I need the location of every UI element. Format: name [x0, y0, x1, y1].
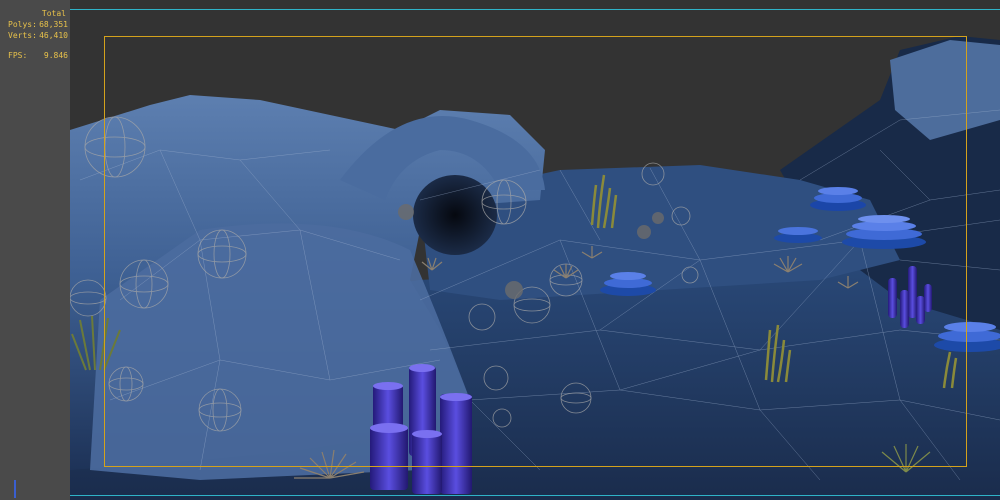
stat-fps-label: FPS: — [8, 51, 28, 60]
stat-polys-value: 68,351 — [39, 20, 68, 29]
statistics-overlay: Total Polys: 68,351 Verts: 46,410 FPS: 9… — [8, 8, 68, 61]
axis-gizmo-icon — [14, 480, 16, 498]
cave-opening — [413, 175, 497, 255]
stats-header: Total — [41, 9, 66, 18]
viewport-top-border — [70, 9, 1000, 10]
stat-verts-label: Verts: — [8, 31, 37, 40]
viewport-bottom-border — [70, 495, 1000, 496]
underwater-scene — [69, 36, 1000, 500]
stat-polys: Polys: 68,351 — [8, 19, 68, 30]
stat-fps-value: 9.846 — [43, 51, 68, 60]
stat-verts: Verts: 46,410 — [8, 30, 68, 41]
disc-coral — [810, 187, 866, 211]
stat-fps: FPS: 9.846 — [8, 50, 68, 61]
viewport-left-panel: Total Polys: 68,351 Verts: 46,410 FPS: 9… — [0, 0, 70, 500]
disc-coral — [774, 227, 822, 243]
3d-viewport[interactable]: Total Polys: 68,351 Verts: 46,410 FPS: 9… — [0, 0, 1000, 500]
stat-polys-label: Polys: — [8, 20, 37, 29]
stat-verts-value: 46,410 — [39, 31, 68, 40]
